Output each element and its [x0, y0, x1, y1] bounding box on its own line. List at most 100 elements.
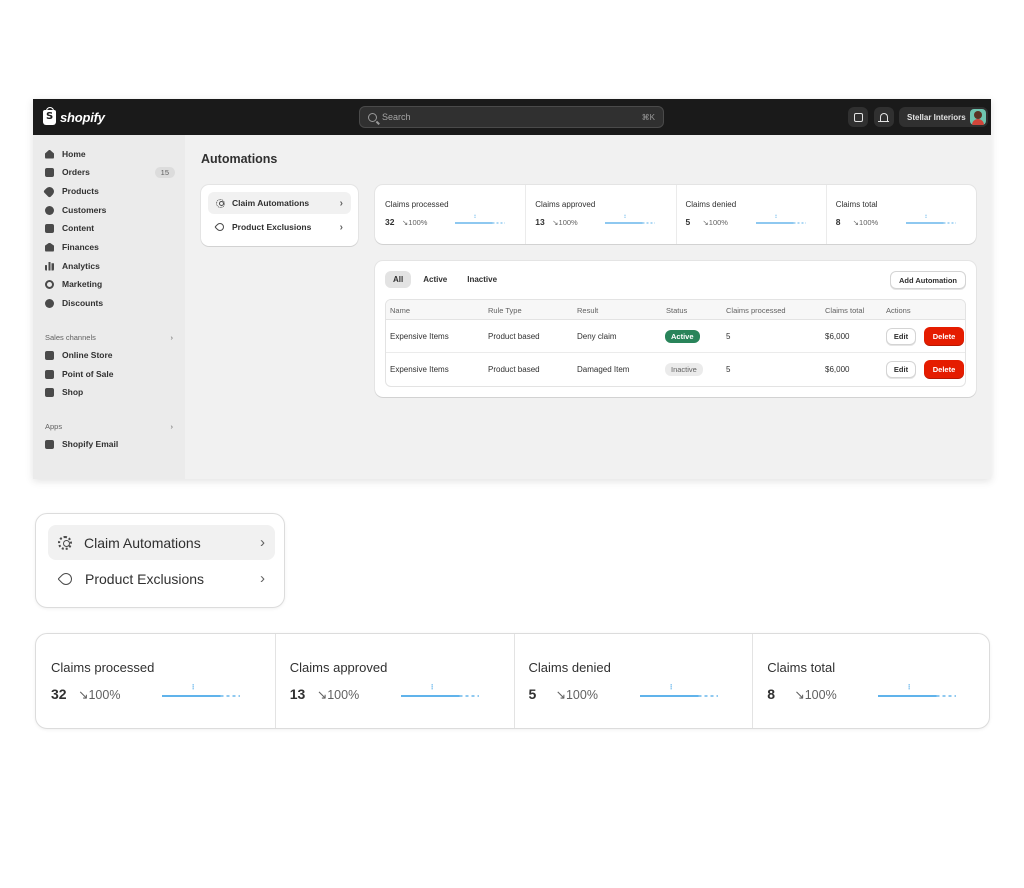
stat-value: 32 [51, 686, 67, 702]
sparkline-chart [455, 214, 505, 224]
stat-claims-denied: Claims denied 5 ↘100% [676, 185, 826, 244]
delete-button[interactable]: Delete [924, 360, 964, 379]
stat-label: Claims denied [685, 200, 737, 209]
sidebar-item-label: Home [62, 149, 86, 159]
section-label: Sales channels [45, 333, 96, 342]
sidebar-item-analytics[interactable]: Analytics [45, 258, 175, 274]
edit-button[interactable]: Edit [886, 328, 916, 345]
stat-value: 8 [767, 686, 776, 702]
stat-claims-total: Claims total 8 ↘100% [826, 185, 976, 244]
menu-item-label: Claim Automations [84, 534, 201, 551]
chevron-right-icon: › [260, 570, 265, 587]
stat-label: Claims total [835, 200, 878, 209]
stat-label: Claims processed [385, 200, 449, 209]
automations-table: Name Rule Type Result Status Claims proc… [385, 299, 966, 387]
tag-icon [43, 184, 56, 198]
menu-item-label: Product Exclusions [85, 570, 205, 587]
sidebar-item-label: Products [62, 186, 99, 196]
sidebar-item-online-store[interactable]: Online Store [45, 347, 175, 363]
column-header: Actions [886, 306, 911, 315]
stat-value: 13 [535, 217, 545, 227]
stat-divider [825, 185, 827, 244]
bar-chart-icon [45, 261, 54, 271]
menu-item-claim-automations[interactable]: Claim Automations › [208, 192, 351, 214]
stat-change: ↘100% [316, 688, 360, 702]
target-icon [45, 279, 54, 289]
search-bar[interactable]: ⌘K [359, 106, 664, 128]
tab-all[interactable]: All [385, 271, 412, 288]
shopify-logo[interactable]: shopify [43, 106, 105, 126]
edit-button[interactable]: Edit [886, 361, 916, 378]
claims-stats-card: Claims processed 32 ↘100% Claims approved 13… [375, 185, 976, 244]
store-menu-button[interactable]: Stellar Interiors [899, 107, 988, 127]
automation-menu-card: Claim Automations › Product Exclusions › [201, 185, 358, 246]
sidebar-item-shopify-email[interactable]: Shopify Email [45, 436, 175, 452]
sparkline-chart [639, 684, 718, 697]
sparkline-chart [400, 684, 479, 697]
stat-label: Claims approved [535, 200, 596, 209]
chevron-right-icon: › [170, 333, 174, 342]
stat-change: ↘100% [852, 218, 879, 227]
table-row[interactable]: Expensive Items Product based Damaged It… [386, 353, 965, 386]
stat-label: Claims total [767, 660, 836, 675]
sparkline-chart [162, 684, 240, 697]
stat-label: Claims denied [528, 660, 611, 675]
status-badge: Active [665, 330, 700, 343]
chevron-right-icon: › [339, 197, 343, 209]
menu-item-product-exclusions[interactable]: Product Exclusions › [208, 216, 351, 238]
stat-change: ↘100% [794, 688, 837, 702]
menu-item-product-exclusions[interactable]: Product Exclusions › [48, 561, 275, 596]
sales-channels-header[interactable]: Sales channels › [45, 333, 173, 342]
sidebar-item-products[interactable]: Products [43, 183, 175, 199]
stat-claims-processed: Claims processed 32 ↘100% [36, 634, 275, 728]
stat-divider [675, 185, 677, 244]
sidebar-item-finances[interactable]: Finances [45, 239, 175, 255]
bank-icon [45, 242, 54, 252]
menu-item-claim-automations[interactable]: Claim Automations › [48, 525, 275, 560]
inbox-button[interactable] [848, 107, 868, 127]
search-shortcut: ⌘K [641, 112, 655, 122]
search-input[interactable] [382, 112, 642, 122]
sidebar-item-orders[interactable]: Orders 15 [45, 164, 175, 180]
column-header: Claims total [825, 306, 865, 315]
cell-rule-type: Product based [488, 332, 540, 341]
sidebar-item-label: Shop [62, 387, 84, 397]
sidebar-item-content[interactable]: Content [45, 220, 175, 236]
cell-claims-total: $6,000 [825, 332, 850, 341]
stat-divider [513, 634, 515, 728]
sidebar-item-marketing[interactable]: Marketing [45, 276, 175, 292]
tab-inactive[interactable]: Inactive [459, 271, 505, 288]
sidebar-item-label: Discounts [62, 298, 104, 308]
sidebar: Home Orders 15 Products Customers Content… [33, 135, 185, 479]
sidebar-item-home[interactable]: Home [45, 146, 175, 162]
avatar [970, 109, 986, 125]
column-header: Name [390, 306, 411, 315]
sidebar-item-point-of-sale[interactable]: Point of Sale [45, 366, 175, 382]
sparkline-chart [755, 214, 806, 224]
sidebar-item-discounts[interactable]: Discounts [45, 295, 175, 311]
notifications-button[interactable] [874, 107, 894, 127]
sidebar-item-shop[interactable]: Shop [45, 384, 175, 400]
search-icon [368, 112, 377, 122]
sidebar-item-label: Shopify Email [62, 439, 119, 449]
menu-item-label: Claim Automations [232, 198, 310, 208]
stat-claims-denied: Claims denied 5 ↘100% [514, 634, 753, 728]
apps-header[interactable]: Apps › [45, 422, 173, 431]
stat-value: 8 [835, 217, 841, 227]
sparkline-chart [878, 684, 957, 697]
column-header: Result [577, 306, 599, 315]
add-automation-button[interactable]: Add Automation [889, 271, 966, 289]
tab-active[interactable]: Active [415, 271, 455, 288]
stat-change: ↘100% [702, 218, 728, 227]
table-row[interactable]: Expensive Items Product based Deny claim… [386, 320, 965, 353]
stat-divider [525, 185, 527, 244]
gear-icon [216, 198, 225, 208]
content-icon [45, 223, 54, 233]
sidebar-item-label: Marketing [62, 279, 103, 289]
orders-count-badge: 15 [154, 166, 175, 178]
stat-change: ↘100% [552, 218, 578, 227]
sidebar-item-label: Finances [62, 242, 99, 252]
delete-button[interactable]: Delete [924, 327, 964, 346]
sidebar-item-customers[interactable]: Customers [45, 202, 175, 218]
gear-icon [58, 535, 72, 550]
